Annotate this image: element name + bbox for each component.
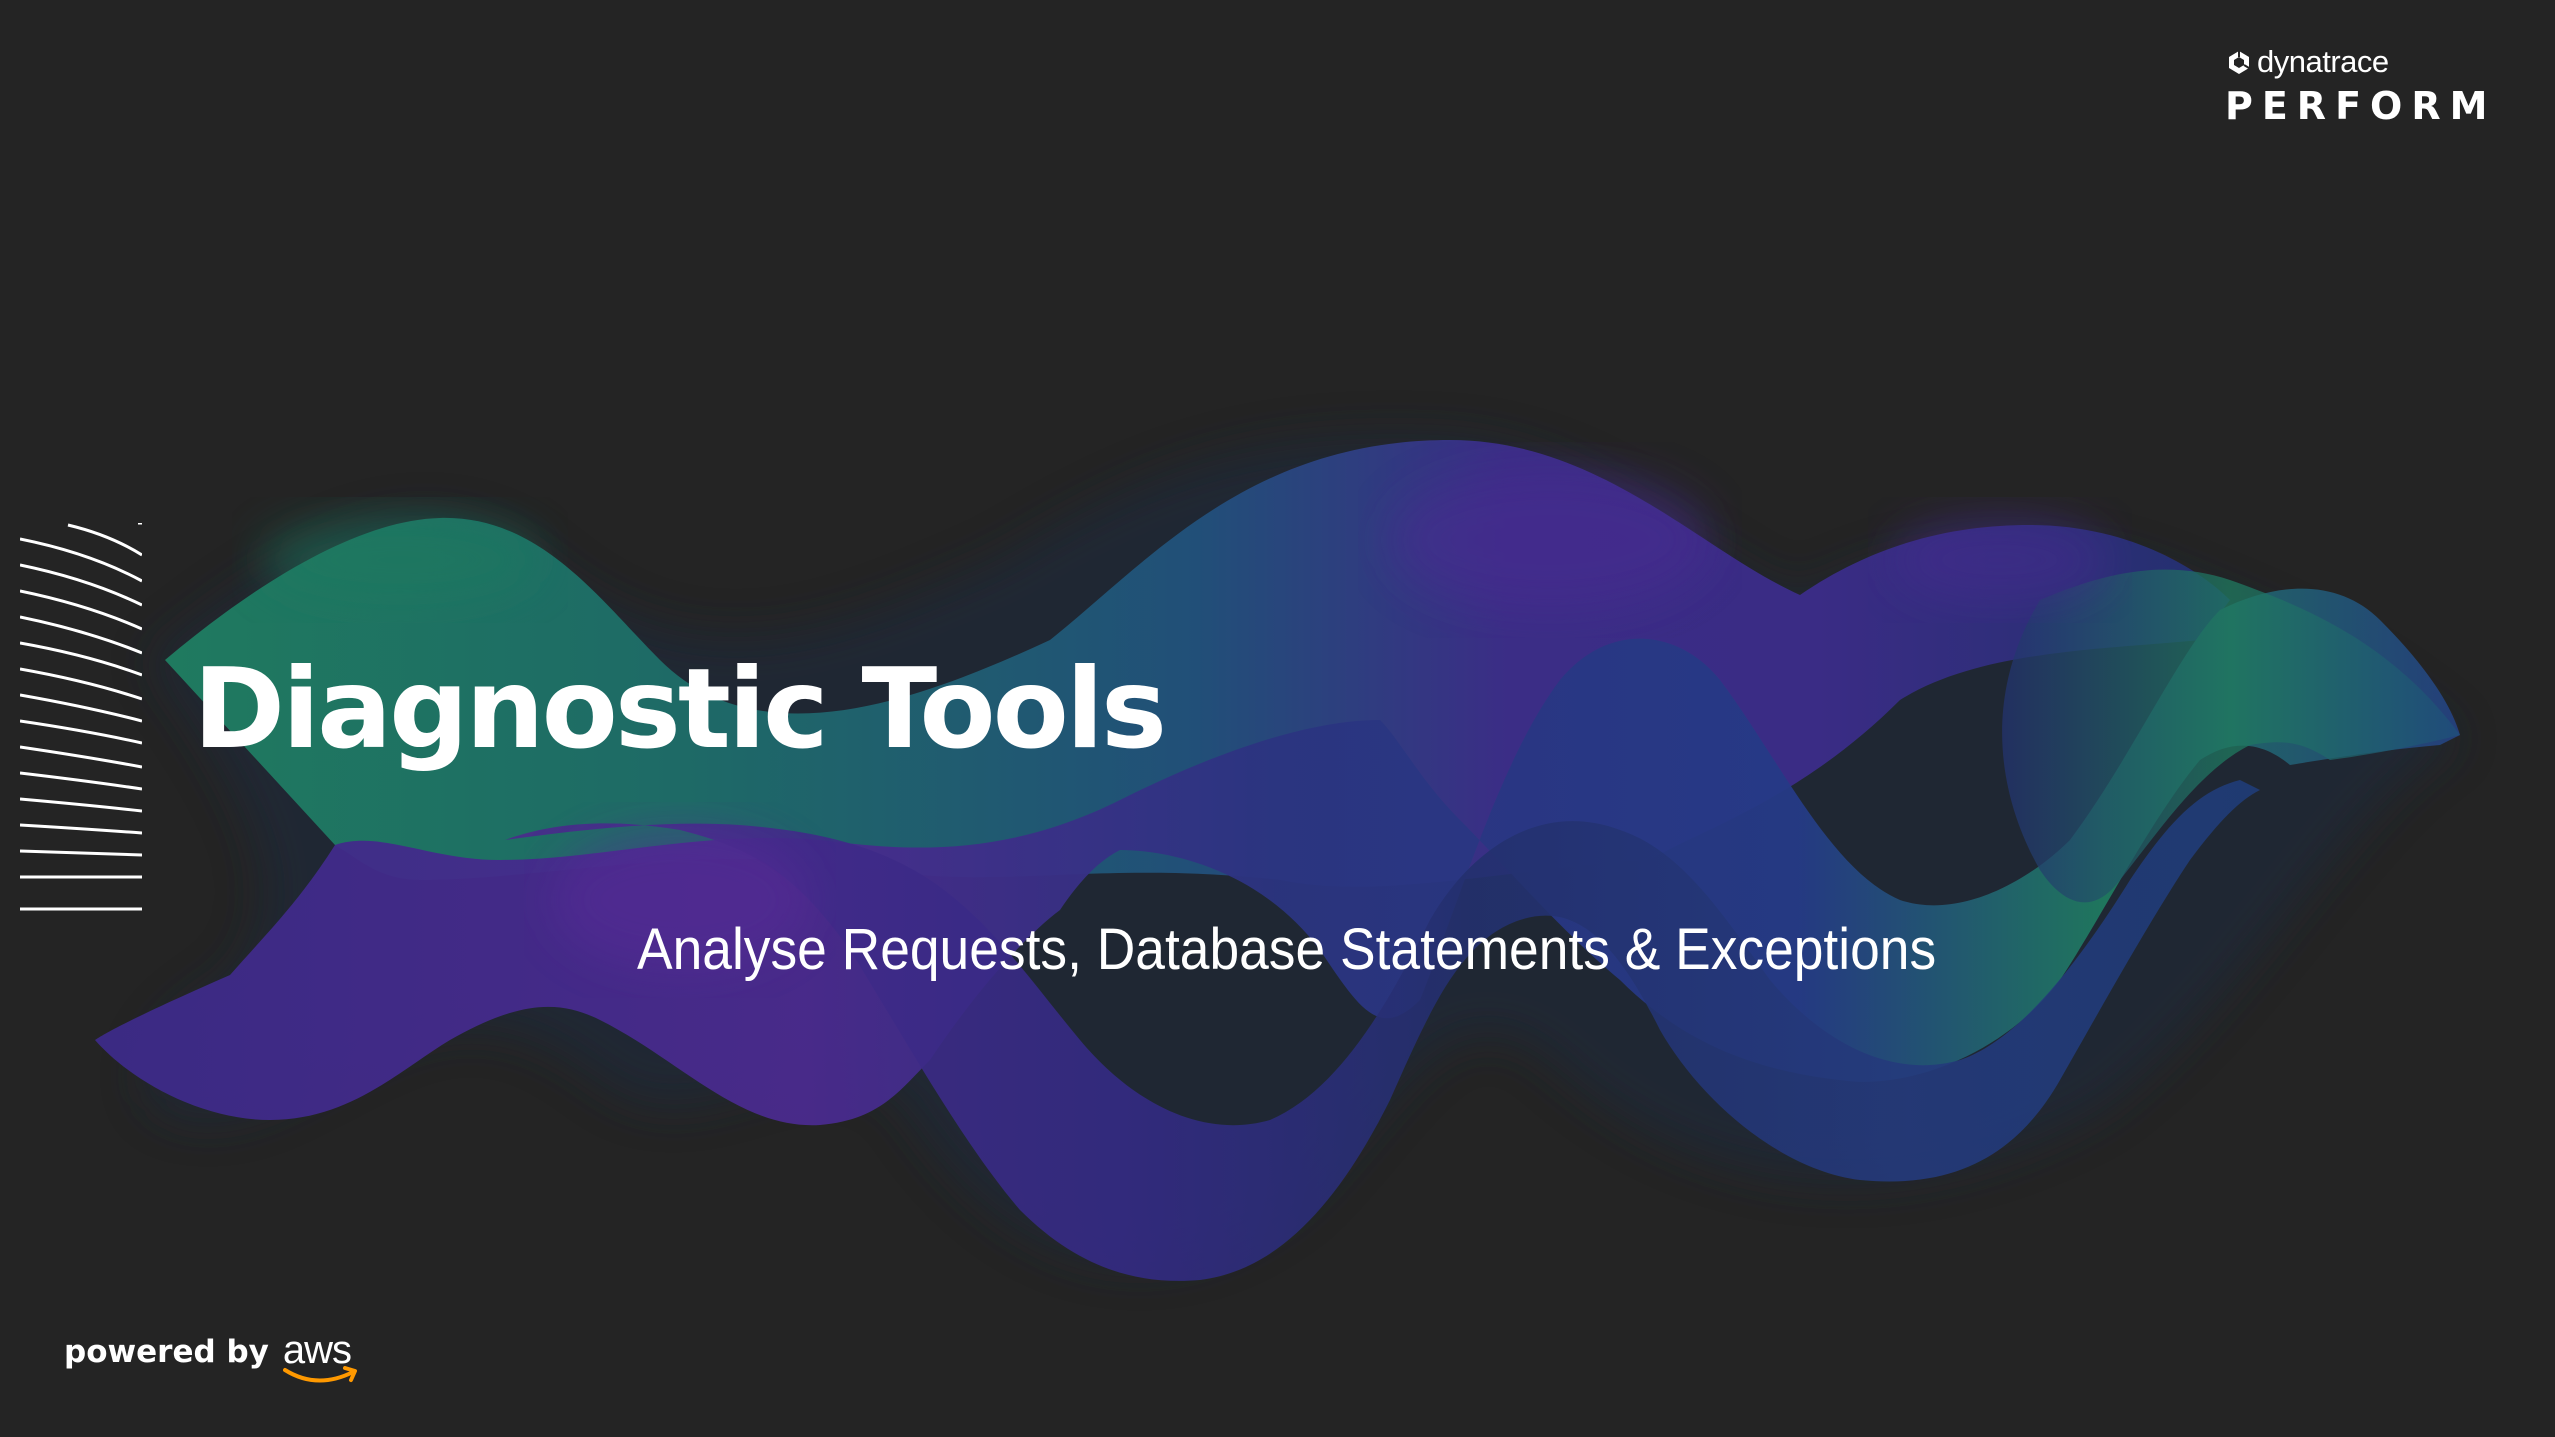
company-name: dynatrace	[2257, 44, 2389, 79]
dynatrace-logo-icon	[2229, 51, 2250, 74]
slide-title: Diagnostic Tools	[193, 645, 1167, 774]
title-slide: dynatrace PERFORM Diagnostic Tools Analy…	[0, 0, 2555, 1437]
powered-by-label: powered by	[64, 1334, 269, 1370]
dynatrace-wordmark: dynatrace	[2225, 44, 2525, 80]
slide-subtitle: Analyse Requests, Database Statements & …	[637, 917, 1937, 982]
aws-smile-icon	[282, 1366, 357, 1383]
hatch-lines-decoration	[20, 523, 142, 911]
aws-logo: aws	[282, 1330, 363, 1386]
dynatrace-perform-logo: dynatrace PERFORM	[2225, 44, 2525, 134]
event-name: PERFORM	[2225, 84, 2497, 128]
powered-by-aws: powered by aws	[64, 1330, 363, 1386]
